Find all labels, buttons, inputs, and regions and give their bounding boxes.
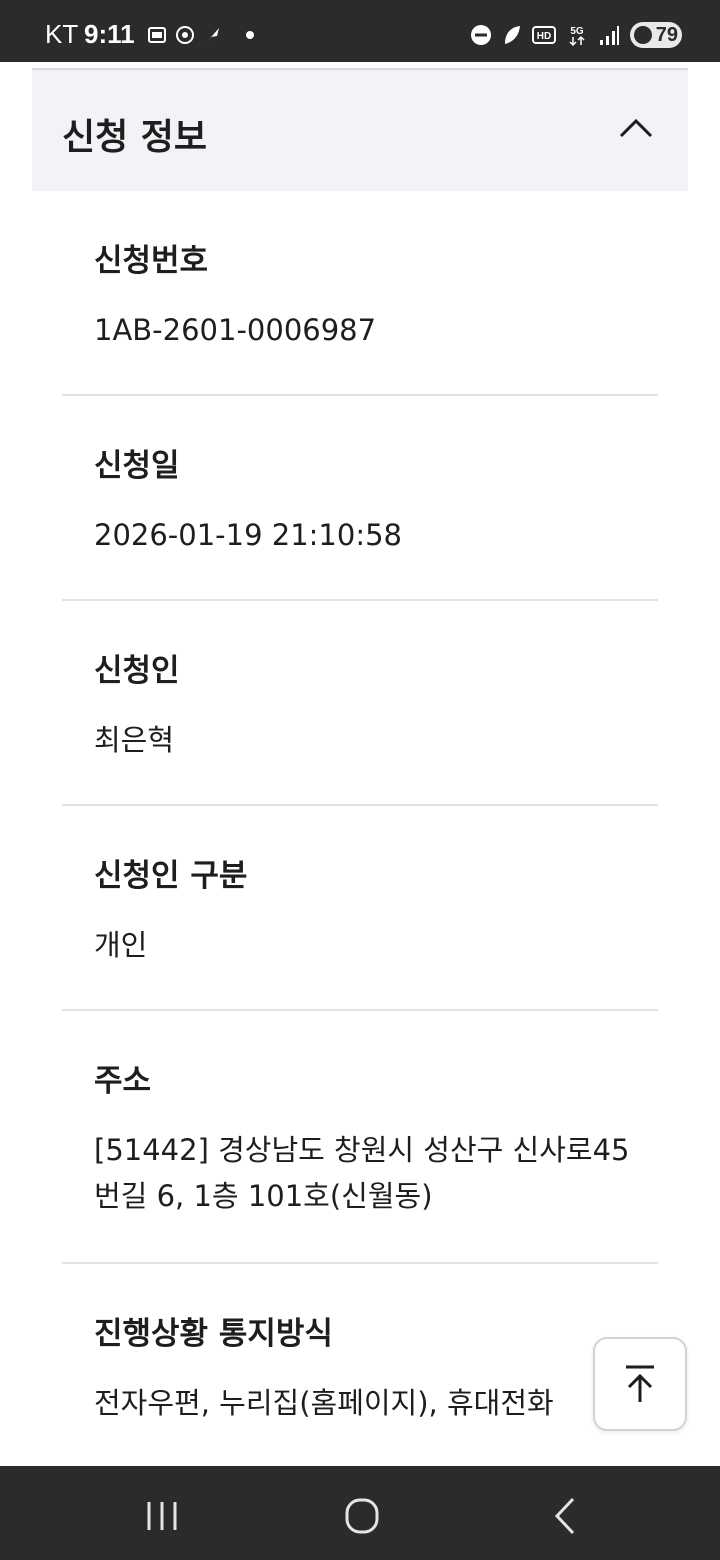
battery-saver-icon [634, 26, 652, 44]
field-applicant-type: 신청인 구분 개인 [62, 806, 658, 1011]
scroll-to-top-button[interactable] [593, 1337, 687, 1431]
field-label: 신청번호 [94, 243, 209, 279]
field-address: 주소 [51442] 경상남도 창원시 성산구 신사로45번길 6, 1층 10… [62, 1011, 658, 1264]
5g-icon: 5G [569, 26, 585, 47]
hd-icon: HD [532, 26, 556, 44]
panel-title: 신청 정보 [62, 117, 208, 158]
recent-apps-icon[interactable] [142, 1496, 182, 1536]
system-icons: HD 5G 79 [470, 22, 682, 48]
back-icon[interactable] [545, 1496, 585, 1536]
carrier-label: KT [45, 19, 79, 49]
feather-notification-icon [206, 28, 219, 43]
svg-text:HD: HD [537, 31, 551, 42]
field-label: 주소 [94, 1063, 152, 1099]
clock: 9:11 [84, 19, 135, 49]
notification-icons [146, 24, 254, 46]
leaf-icon [505, 26, 520, 44]
svg-text:5G: 5G [570, 26, 584, 37]
field-value: 2026-01-19 21:10:58 [94, 518, 402, 552]
field-application-date: 신청일 2026-01-19 21:10:58 [62, 396, 658, 601]
signal-icon [600, 26, 619, 45]
field-label: 신청인 [94, 653, 180, 689]
home-icon[interactable] [342, 1496, 382, 1536]
application-info-header[interactable]: 신청 정보 [32, 68, 688, 191]
system-navigation-bar [0, 1466, 720, 1560]
field-value: 개인 [94, 928, 148, 962]
field-label: 신청인 구분 [94, 858, 248, 894]
field-application-number: 신청번호 1AB-2601-0006987 [62, 191, 658, 396]
battery-indicator: 79 [630, 22, 682, 48]
chevron-up-icon[interactable] [618, 110, 654, 146]
field-value: [51442] 경상남도 창원시 성산구 신사로45번길 6, 1층 101호(… [94, 1133, 630, 1213]
field-notification-method: 진행상황 통지방식 전자우편, 누리집(홈페이지), 휴대전화 [62, 1264, 658, 1466]
status-bar: KT 9:11 HD 5G 79 [0, 0, 720, 62]
field-value: 1AB-2601-0006987 [94, 313, 377, 347]
field-label: 신청일 [94, 448, 180, 484]
field-value: 최은혁 [94, 723, 175, 757]
more-notifications-dot [246, 31, 254, 39]
field-label: 진행상황 통지방식 [94, 1316, 333, 1352]
arrow-up-to-top-icon [626, 1365, 654, 1402]
pdf-notification-icon [148, 27, 166, 43]
field-value: 전자우편, 누리집(홈페이지), 휴대전화 [94, 1386, 554, 1420]
battery-level: 79 [655, 23, 678, 46]
field-applicant: 신청인 최은혁 [62, 601, 658, 806]
sync-notification-icon [176, 26, 194, 44]
do-not-disturb-icon [471, 25, 491, 45]
